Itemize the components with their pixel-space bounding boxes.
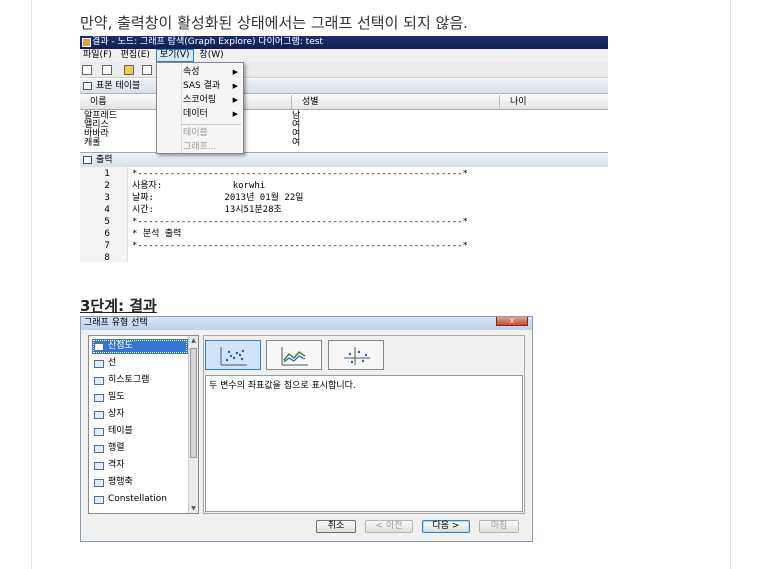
back-button: < 이전	[365, 520, 413, 533]
dialog-title: 그래프 유형 선택	[84, 318, 148, 328]
scrollbar-thumb[interactable]	[190, 348, 197, 458]
submenu-arrow-icon: ▶	[232, 96, 238, 104]
menu-edit[interactable]: 편집(E)	[118, 49, 153, 62]
list-item-line[interactable]: 선	[92, 356, 188, 371]
list-item-matrix[interactable]: 행렬	[92, 441, 188, 456]
column-header-gender[interactable]: 성별	[292, 95, 500, 110]
list-item-parallel-axis[interactable]: 평행축	[92, 475, 188, 490]
screenshot-results-window: 결과 - 노드: 그래프 탐색(Graph Explore) 다이어그램: te…	[80, 36, 608, 262]
list-item-density[interactable]: 밀도	[92, 390, 188, 405]
intro-paragraph: 만약, 출력창이 활성화된 상태에서는 그래프 선택이 되지 않음.	[80, 14, 468, 32]
list-item-box[interactable]: 상자	[92, 407, 188, 422]
output-line: * 분석 출력	[132, 229, 182, 239]
thumbnail-line-scatter[interactable]	[266, 340, 322, 370]
toolbar-print-icon[interactable]	[124, 65, 134, 75]
histogram-icon	[94, 377, 104, 385]
matrix-icon	[94, 445, 104, 453]
finish-button: 마침	[479, 520, 519, 533]
list-item-table[interactable]: 테이블	[92, 424, 188, 439]
output-line: *---------------------------------------…	[132, 217, 468, 227]
axis-scatter-thumbnail-icon	[344, 347, 370, 365]
menu-item-scoring[interactable]: 스코어링 ▶	[157, 93, 243, 107]
list-item-constellation[interactable]: Constellation	[92, 492, 188, 507]
submenu-arrow-icon: ▶	[232, 68, 238, 76]
scroll-down-icon[interactable]: ▼	[189, 504, 198, 513]
menu-separator	[181, 124, 241, 125]
lattice-icon	[94, 462, 104, 470]
view-dropdown-menu: 속성 ▶ SAS 결과 ▶ 스코어링 ▶ 데이터 ▶ 테이블 그래프...	[156, 62, 244, 154]
scroll-up-icon[interactable]: ▲	[189, 336, 198, 345]
toolbar-image-icon[interactable]	[102, 65, 112, 75]
column-header-age[interactable]: 나이	[500, 95, 608, 110]
submenu-arrow-icon: ▶	[232, 82, 238, 90]
thumbnail-axis-scatter[interactable]	[328, 340, 384, 370]
list-scrollbar[interactable]: ▲ ▼	[188, 336, 198, 513]
output-line: 날짜: 2013년 01월 22일	[132, 193, 304, 203]
output-panel[interactable]: 1 2 3 4 5 6 7 8 *-----------------------…	[80, 167, 608, 262]
table-icon	[94, 428, 104, 436]
list-item-lattice[interactable]: 격자	[92, 458, 188, 473]
menu-item-data[interactable]: 데이터 ▶	[157, 107, 243, 121]
cancel-button[interactable]: 취소	[316, 520, 356, 533]
constellation-icon	[94, 496, 104, 504]
window-title: 결과 - 노드: 그래프 탐색(Graph Explore) 다이어그램: te…	[92, 37, 323, 47]
app-icon	[82, 38, 91, 47]
window-title-bar: 결과 - 노드: 그래프 탐색(Graph Explore) 다이어그램: te…	[80, 36, 608, 49]
parallel-axis-icon	[94, 479, 104, 487]
step3-heading: 3단계: 결과	[80, 297, 157, 315]
menu-item-table: 테이블	[183, 128, 208, 138]
output-panel-title: 출력	[80, 152, 608, 167]
table-icon	[83, 82, 92, 90]
next-button[interactable]: 다음 >	[422, 520, 470, 533]
graph-description: 두 변수의 좌표값을 점으로 표시합니다.	[205, 375, 523, 512]
toolbar-copy-icon[interactable]	[142, 65, 152, 75]
box-plot-icon	[94, 411, 104, 419]
output-line: *---------------------------------------…	[132, 241, 468, 251]
output-line: *---------------------------------------…	[132, 169, 468, 179]
menu-view[interactable]: 보기(V)	[155, 49, 194, 62]
output-icon	[83, 156, 92, 164]
screenshot-graph-type-dialog: 그래프 유형 선택 x 산점도 선 히스토그램 밀도 상자 테이블 행렬 격자 …	[80, 316, 533, 542]
output-line: 시간: 13시51분28초	[132, 205, 282, 215]
menu-item-properties[interactable]: 속성 ▶	[157, 65, 243, 79]
close-button[interactable]: x	[496, 317, 528, 326]
thumbnail-scatter[interactable]	[205, 340, 261, 370]
density-icon	[94, 394, 104, 402]
scatter-thumbnail-icon	[220, 347, 247, 366]
menu-window[interactable]: 창(W)	[196, 49, 226, 62]
line-number-gutter: 1 2 3 4 5 6 7 8	[80, 167, 128, 262]
output-line: 사용자: korwhi	[132, 181, 266, 191]
graph-preview-pane: 두 변수의 좌표값을 점으로 표시합니다.	[203, 335, 525, 514]
dialog-title-bar: 그래프 유형 선택 x	[81, 317, 532, 330]
line-scatter-thumbnail-icon	[281, 347, 308, 366]
menu-item-graph: 그래프...	[183, 142, 217, 152]
menu-item-sas-results[interactable]: SAS 결과 ▶	[157, 79, 243, 93]
submenu-arrow-icon: ▶	[232, 110, 238, 118]
scatter-icon	[94, 343, 104, 351]
menu-bar: 파일(F) 편집(E) 보기(V) 창(W)	[80, 49, 608, 62]
line-chart-icon	[94, 360, 104, 368]
toolbar-properties-icon[interactable]	[82, 65, 92, 75]
list-item-scatter[interactable]: 산점도	[92, 339, 188, 354]
list-item-histogram[interactable]: 히스토그램	[92, 373, 188, 388]
menu-file[interactable]: 파일(F)	[80, 49, 115, 62]
graph-type-list[interactable]: 산점도 선 히스토그램 밀도 상자 테이블 행렬 격자 평행축 Constell…	[88, 335, 199, 514]
